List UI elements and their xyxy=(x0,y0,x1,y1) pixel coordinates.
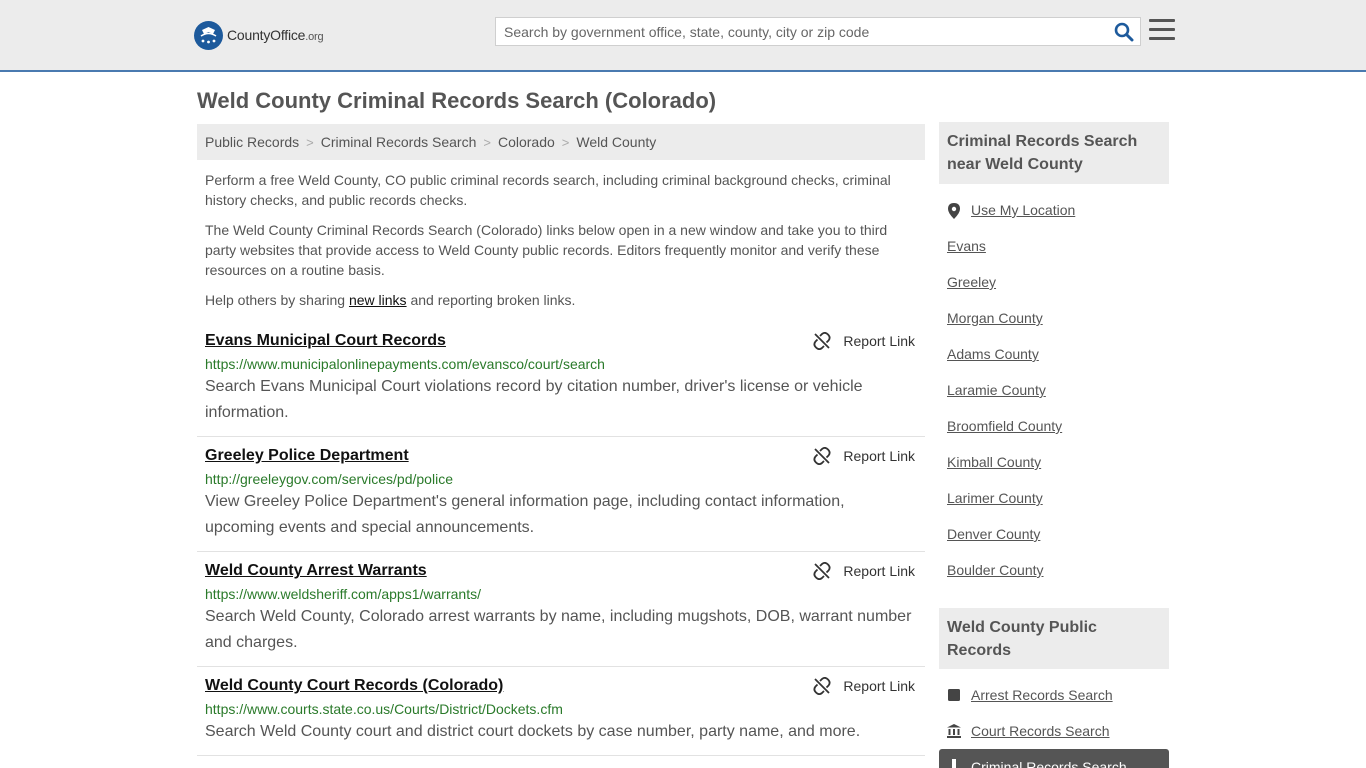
intro-paragraph-3: Help others by sharing new links and rep… xyxy=(205,292,576,308)
breadcrumb-criminal-records-search[interactable]: Criminal Records Search xyxy=(321,134,477,150)
result-item: Weld County Arrest Warrants https://www.… xyxy=(197,552,925,667)
use-my-location-link[interactable]: Use My Location xyxy=(947,200,1167,236)
logo-seal-icon xyxy=(194,20,223,50)
sidebar-item-boulder-county[interactable]: Boulder County xyxy=(947,560,1167,596)
report-link-button[interactable]: Report Link xyxy=(813,332,915,350)
sidebar-item-criminal-records-active[interactable]: Criminal Records Search xyxy=(939,749,1169,768)
sidebar-item-laramie-county[interactable]: Laramie County xyxy=(947,380,1167,416)
report-link-button[interactable]: Report Link xyxy=(813,447,915,465)
sidebar-public-records-heading: Weld County Public Records xyxy=(939,608,1169,669)
breadcrumb-public-records[interactable]: Public Records xyxy=(205,134,299,150)
sidebar-item-broomfield-county[interactable]: Broomfield County xyxy=(947,416,1167,452)
sidebar-public-records-list: Arrest Records Search Court Records Sear… xyxy=(947,685,1167,757)
hamburger-menu-icon[interactable] xyxy=(1149,19,1175,43)
breadcrumb: Public Records > Criminal Records Search… xyxy=(197,124,925,160)
square-icon xyxy=(948,689,960,701)
report-link-label: Report Link xyxy=(843,563,915,579)
sidebar-item-arrest-records[interactable]: Arrest Records Search xyxy=(947,685,1167,721)
sidebar-item-adams-county[interactable]: Adams County xyxy=(947,344,1167,380)
result-title-link[interactable]: Weld County Arrest Warrants xyxy=(205,560,427,582)
sidebar-nearby-heading: Criminal Records Search near Weld County xyxy=(939,122,1169,184)
logo-text: CountyOffice.org xyxy=(227,27,324,43)
report-link-label: Report Link xyxy=(843,333,915,349)
broken-link-icon xyxy=(813,677,831,695)
broken-link-icon xyxy=(813,562,831,580)
result-url: https://www.weldsheriff.com/apps1/warran… xyxy=(205,586,481,602)
result-title-link[interactable]: Evans Municipal Court Records xyxy=(205,330,446,352)
site-header: CountyOffice.org xyxy=(0,0,1366,72)
new-links-link[interactable]: new links xyxy=(349,292,407,308)
result-description: View Greeley Police Department's general… xyxy=(205,493,845,536)
search-input[interactable] xyxy=(496,18,1096,45)
result-description: Search Weld County court and district co… xyxy=(205,723,861,740)
result-item: Evans Municipal Court Records https://ww… xyxy=(197,322,925,437)
result-description: Search Weld County, Colorado arrest warr… xyxy=(205,608,912,651)
sidebar-nearby-list: Use My Location Evans Greeley Morgan Cou… xyxy=(947,200,1167,596)
result-item: Weld County Court Records (Colorado) htt… xyxy=(197,667,925,756)
breadcrumb-weld-county[interactable]: Weld County xyxy=(576,134,656,150)
intro-paragraph-1: Perform a free Weld County, CO public cr… xyxy=(205,172,891,208)
breadcrumb-colorado[interactable]: Colorado xyxy=(498,134,555,150)
report-link-label: Report Link xyxy=(843,678,915,694)
site-logo[interactable]: CountyOffice.org xyxy=(194,20,324,50)
report-link-button[interactable]: Report Link xyxy=(813,562,915,580)
sidebar-item-larimer-county[interactable]: Larimer County xyxy=(947,488,1167,524)
result-title-link[interactable]: Greeley Police Department xyxy=(205,445,409,467)
sidebar-item-greeley[interactable]: Greeley xyxy=(947,272,1167,308)
results-list: Evans Municipal Court Records https://ww… xyxy=(197,322,925,756)
result-description: Search Evans Municipal Court violations … xyxy=(205,378,863,421)
sidebar-item-evans[interactable]: Evans xyxy=(947,236,1167,272)
sidebar-item-morgan-county[interactable]: Morgan County xyxy=(947,308,1167,344)
result-item: Greeley Police Department http://greeley… xyxy=(197,437,925,552)
search-icon[interactable] xyxy=(1114,22,1134,42)
result-url: https://www.courts.state.co.us/Courts/Di… xyxy=(205,701,563,717)
breadcrumb-separator: > xyxy=(561,134,570,150)
result-url: http://greeleygov.com/services/pd/police xyxy=(205,471,453,487)
sidebar-item-denver-county[interactable]: Denver County xyxy=(947,524,1167,560)
result-title-link[interactable]: Weld County Court Records (Colorado) xyxy=(205,675,503,697)
intro-text: Perform a free Weld County, CO public cr… xyxy=(205,170,917,320)
courthouse-icon xyxy=(947,724,961,738)
report-link-button[interactable]: Report Link xyxy=(813,677,915,695)
intro-paragraph-2: The Weld County Criminal Records Search … xyxy=(205,222,888,278)
report-link-label: Report Link xyxy=(843,448,915,464)
broken-link-icon xyxy=(813,447,831,465)
record-icon xyxy=(952,759,956,768)
search-box xyxy=(495,17,1141,46)
sidebar-item-kimball-county[interactable]: Kimball County xyxy=(947,452,1167,488)
breadcrumb-separator: > xyxy=(483,134,491,150)
broken-link-icon xyxy=(813,332,831,350)
breadcrumb-separator: > xyxy=(306,134,314,150)
page-title: Weld County Criminal Records Search (Col… xyxy=(197,88,717,113)
result-url: https://www.municipalonlinepayments.com/… xyxy=(205,356,605,372)
map-pin-icon xyxy=(948,203,960,219)
